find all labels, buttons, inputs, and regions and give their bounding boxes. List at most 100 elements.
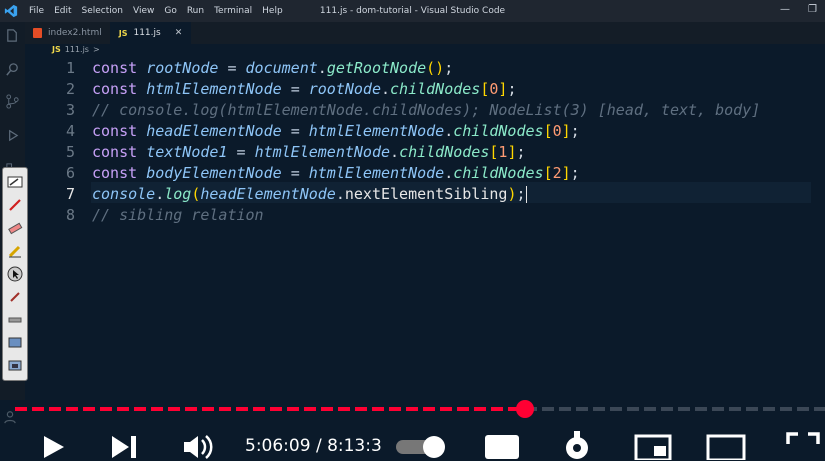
whiteboard-icon[interactable] (7, 174, 23, 190)
code-line[interactable]: 5 const textNode1 = htmlElementNode.chil… (25, 142, 526, 163)
title-bar: File Edit Selection View Go Run Terminal… (0, 0, 825, 22)
progress-segment (491, 407, 503, 411)
progress-segment (219, 407, 231, 411)
explorer-icon[interactable] (5, 28, 20, 43)
rectangle-tool-icon[interactable] (7, 312, 23, 328)
progress-segment (576, 407, 588, 411)
progress-segment (644, 407, 656, 411)
laser-pen-icon[interactable] (7, 289, 23, 305)
line-number: 2 (65, 80, 75, 98)
progress-segment (304, 407, 316, 411)
progress-scrubber[interactable] (516, 400, 534, 418)
code-text: const headElementNode = htmlElementNode.… (92, 122, 580, 140)
volume-icon[interactable] (182, 434, 214, 460)
progress-segment (712, 407, 724, 411)
run-debug-icon[interactable] (5, 128, 20, 143)
line-number: 4 (65, 122, 75, 140)
fullscreen-icon[interactable] (786, 432, 820, 460)
progress-segment (372, 407, 384, 411)
progress-segment (542, 407, 554, 411)
screen-capture-icon[interactable] (7, 335, 23, 351)
code-line[interactable]: 3 // console.log(htmlElementNode.childNo… (25, 100, 760, 121)
progress-segment (66, 407, 78, 411)
progress-segment (389, 407, 401, 411)
progress-segment (797, 407, 809, 411)
breadcrumb-separator: > (92, 45, 100, 54)
code-text: const bodyElementNode = htmlElementNode.… (92, 164, 580, 182)
progress-segment (270, 407, 282, 411)
source-control-icon[interactable] (5, 94, 20, 109)
progress-segment (168, 407, 180, 411)
progress-segment (763, 407, 775, 411)
progress-segment (32, 407, 44, 411)
code-line[interactable]: 1 const rootNode = document.getRootNode(… (25, 58, 453, 79)
progress-segment (253, 407, 265, 411)
progress-segment (134, 407, 146, 411)
code-text: const textNode1 = htmlElementNode.childN… (92, 143, 526, 161)
tab-index2-html[interactable]: index2.html (25, 22, 111, 44)
code-line[interactable]: 6 const bodyElementNode = htmlElementNod… (25, 163, 580, 184)
progress-segment (321, 407, 333, 411)
progress-segment (474, 407, 486, 411)
tab-label: 111.js (133, 28, 161, 38)
code-line-current[interactable]: 7 console.log(headElementNode.nextElemen… (25, 184, 527, 205)
menu-edit[interactable]: Edit (54, 6, 71, 16)
progress-segment (151, 407, 163, 411)
menu-help[interactable]: Help (262, 6, 283, 16)
progress-segment (202, 407, 214, 411)
breadcrumb-file[interactable]: 111.js (65, 45, 89, 54)
progress-segment (185, 407, 197, 411)
tab-111-js[interactable]: JS 111.js ✕ (110, 22, 192, 44)
menu-file[interactable]: File (29, 6, 44, 16)
progress-segment (440, 407, 452, 411)
settings-gear-icon[interactable] (560, 431, 594, 461)
miniplayer-icon[interactable] (634, 434, 672, 460)
minimize-icon[interactable]: — (780, 4, 790, 15)
play-icon[interactable] (40, 434, 66, 460)
progress-bar[interactable] (15, 407, 825, 411)
progress-segment (457, 407, 469, 411)
code-line[interactable]: 2 const htmlElementNode = rootNode.child… (25, 79, 517, 100)
progress-segment (610, 407, 622, 411)
video-player-controls (0, 400, 825, 460)
code-line[interactable]: 4 const headElementNode = htmlElementNod… (25, 121, 580, 142)
progress-segment (83, 407, 95, 411)
menu-bar: File Edit Selection View Go Run Terminal… (24, 6, 288, 16)
progress-segment (627, 407, 639, 411)
subtitles-icon[interactable] (484, 434, 520, 460)
breadcrumb: JS 111.js > (52, 45, 100, 54)
screen-record-icon[interactable] (7, 358, 23, 374)
line-number: 6 (65, 164, 75, 182)
restore-icon[interactable]: ❐ (808, 4, 817, 15)
progress-segment (406, 407, 418, 411)
progress-segment (100, 407, 112, 411)
theater-mode-icon[interactable] (706, 434, 746, 460)
menu-selection[interactable]: Selection (82, 6, 123, 16)
line-number: 1 (65, 59, 75, 77)
eraser-icon[interactable] (7, 220, 23, 236)
text-cursor (525, 186, 527, 203)
video-time: 5:06:09 / 8:13:3 (245, 436, 382, 456)
pen-icon[interactable] (7, 197, 23, 213)
progress-segment (746, 407, 758, 411)
pointer-icon[interactable] (7, 266, 23, 282)
code-text: const rootNode = document.getRootNode(); (92, 59, 454, 77)
code-line[interactable]: 8 // sibling relation (25, 205, 264, 226)
editor-tabs: index2.html JS 111.js ✕ (25, 22, 825, 44)
progress-segment (117, 407, 129, 411)
progress-segment (559, 407, 571, 411)
js-file-icon: JS (118, 28, 128, 38)
progress-segment (236, 407, 248, 411)
window-controls: — ❐ (780, 4, 817, 15)
next-icon[interactable] (110, 434, 138, 460)
autoplay-toggle[interactable] (396, 436, 452, 460)
menu-go[interactable]: Go (164, 6, 176, 16)
menu-run[interactable]: Run (187, 6, 204, 16)
close-icon[interactable]: ✕ (175, 28, 183, 38)
vscode-logo-icon (4, 4, 18, 18)
progress-segment (593, 407, 605, 411)
search-icon[interactable] (5, 62, 20, 77)
highlighter-icon[interactable] (7, 243, 23, 259)
menu-view[interactable]: View (133, 6, 154, 16)
menu-terminal[interactable]: Terminal (214, 6, 252, 16)
